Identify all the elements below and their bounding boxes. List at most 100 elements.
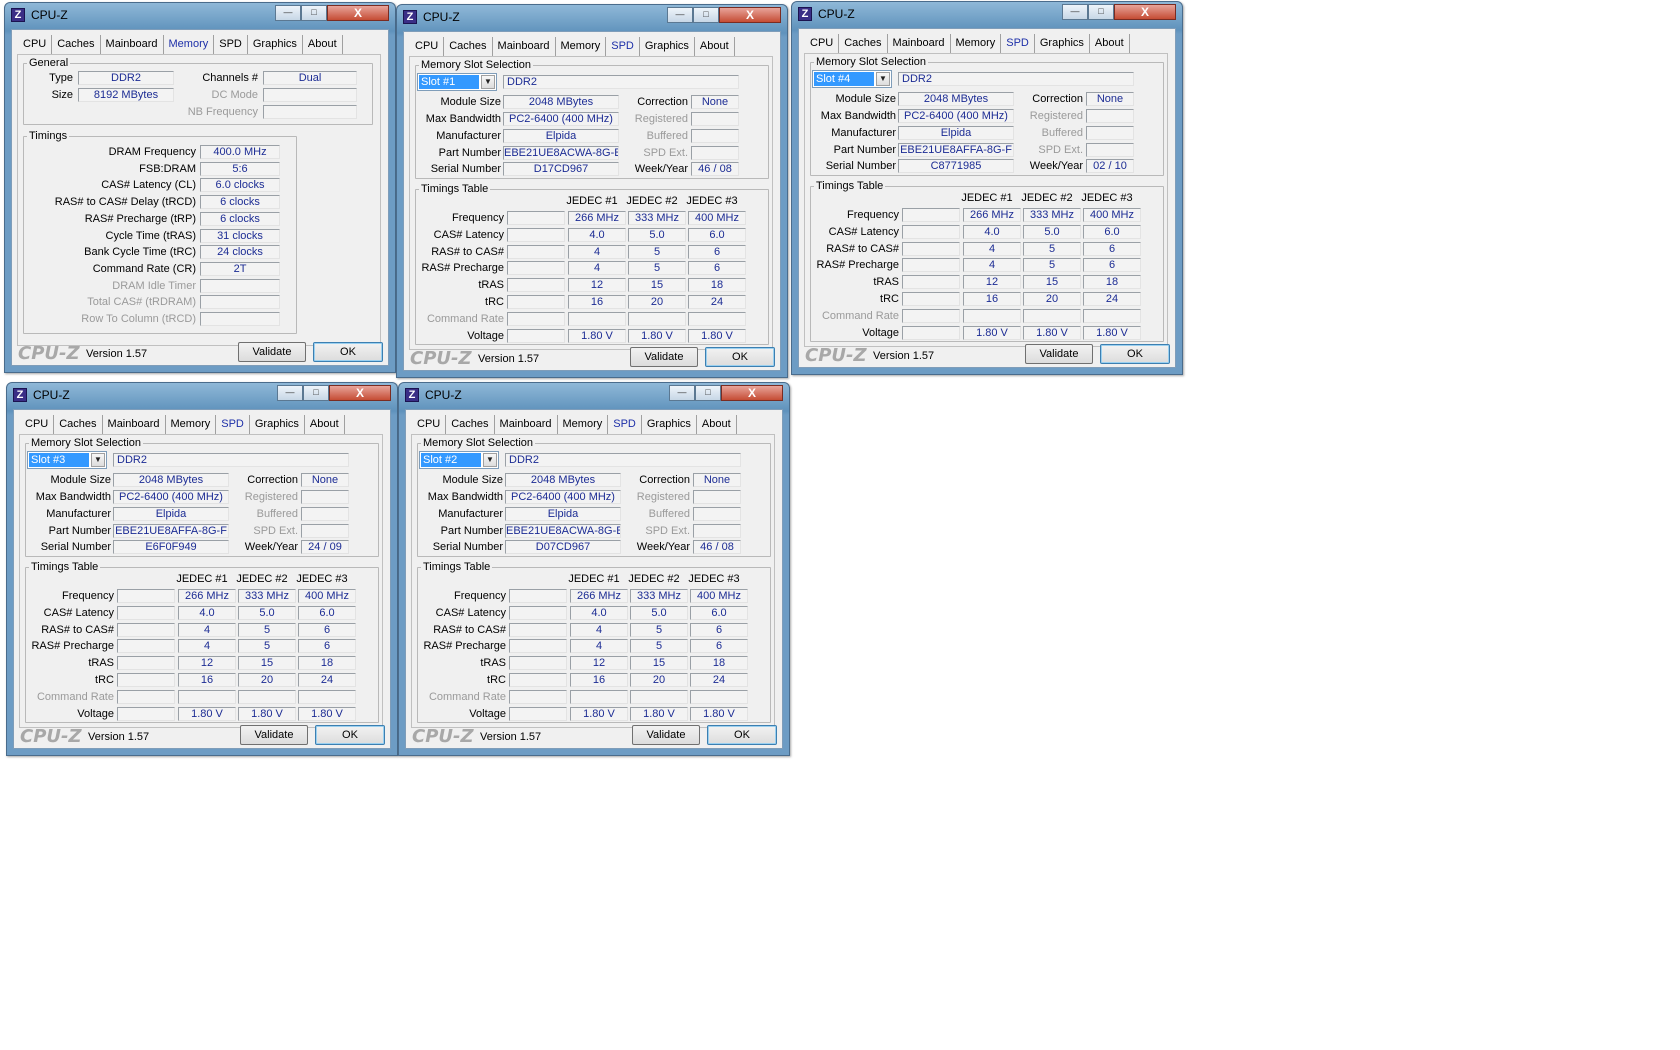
tab-panel: Memory Slot Selection Slot #1 ▼ DDR2 Mod… (409, 56, 773, 350)
chevron-down-icon[interactable]: ▼ (876, 72, 890, 86)
tab-graphics[interactable]: Graphics (248, 35, 303, 54)
tab-cpu[interactable]: CPU (18, 35, 53, 54)
validate-button[interactable]: Validate (630, 347, 698, 367)
maximize-button[interactable]: □ (693, 7, 719, 23)
close-button[interactable]: X (327, 5, 389, 21)
manufacturer-label: Manufacturer (438, 508, 503, 520)
minimize-button[interactable]: — (275, 5, 301, 21)
slot-select[interactable]: Slot #4 ▼ (812, 70, 892, 88)
tab-caches[interactable]: Caches (446, 415, 495, 434)
tab-memory[interactable]: Memory (556, 37, 607, 56)
minimize-button[interactable]: — (667, 7, 693, 23)
validate-button[interactable]: Validate (238, 342, 306, 362)
validate-button[interactable]: Validate (1025, 344, 1093, 364)
close-button[interactable]: X (721, 385, 783, 401)
tab-spd[interactable]: SPD (214, 35, 248, 54)
title-bar[interactable]: Z CPU-Z — □ X (792, 2, 1182, 26)
close-button[interactable]: X (1114, 4, 1176, 20)
tab-caches[interactable]: Caches (839, 34, 888, 53)
timing-label: DRAM Frequency (108, 146, 196, 158)
tab-spd[interactable]: SPD (1001, 34, 1035, 53)
tab-about[interactable]: About (303, 35, 343, 54)
timing-blank-cell (509, 706, 567, 721)
tab-cpu[interactable]: CPU (20, 415, 55, 434)
title-bar[interactable]: Z CPU-Z — □ X (399, 383, 789, 407)
tab-memory[interactable]: Memory (164, 35, 215, 54)
tab-mainboard[interactable]: Mainboard (101, 35, 164, 54)
tab-about[interactable]: About (697, 415, 737, 434)
close-button[interactable]: X (329, 385, 391, 401)
minimize-button[interactable]: — (1062, 4, 1088, 20)
tab-spd[interactable]: SPD (608, 415, 642, 434)
module-size-value: 2048 MBytes (505, 473, 621, 487)
validate-button[interactable]: Validate (240, 725, 308, 745)
jedec-1-cell (570, 689, 628, 704)
jedec-1-cell: 12 (570, 656, 628, 671)
ok-button[interactable]: OK (315, 725, 385, 745)
tab-caches[interactable]: Caches (444, 37, 493, 56)
ok-button[interactable]: OK (1100, 344, 1170, 364)
minimize-button[interactable]: — (277, 385, 303, 401)
slot-select[interactable]: Slot #1 ▼ (417, 73, 497, 91)
tab-mainboard[interactable]: Mainboard (888, 34, 951, 53)
title-bar[interactable]: Z CPU-Z — □ X (7, 383, 397, 407)
tab-memory[interactable]: Memory (166, 415, 217, 434)
tab-cpu[interactable]: CPU (412, 415, 447, 434)
tab-mainboard[interactable]: Mainboard (493, 37, 556, 56)
week-year-value: 24 / 09 (301, 540, 349, 554)
maximize-button[interactable]: □ (1088, 4, 1114, 20)
tab-about[interactable]: About (305, 415, 345, 434)
maximize-button[interactable]: □ (301, 5, 327, 21)
maximize-button[interactable]: □ (695, 385, 721, 401)
ok-button[interactable]: OK (705, 347, 775, 367)
tab-cpu[interactable]: CPU (410, 37, 445, 56)
ok-button[interactable]: OK (707, 725, 777, 745)
jedec-1-cell (178, 689, 236, 704)
registered-label: Registered (244, 491, 298, 503)
max-bandwidth-label: Max Bandwidth (820, 110, 896, 122)
slot-select[interactable]: Slot #2 ▼ (419, 451, 499, 469)
tab-cpu[interactable]: CPU (805, 34, 840, 53)
title-bar[interactable]: Z CPU-Z — □ X (5, 3, 395, 27)
channels-value: Dual (263, 71, 357, 85)
tab-graphics[interactable]: Graphics (642, 415, 697, 434)
part-number-value: EBE21UE8ACWA-8G-E (503, 146, 619, 160)
buffered-value (691, 129, 739, 143)
timing-row-label: CAS# Latency (828, 225, 899, 238)
tab-caches[interactable]: Caches (52, 35, 101, 54)
title-bar[interactable]: Z CPU-Z — □ X (397, 5, 787, 29)
validate-button[interactable]: Validate (632, 725, 700, 745)
timing-row-label: RAS# to CAS# (826, 242, 899, 255)
timing-value (200, 312, 280, 326)
tab-graphics[interactable]: Graphics (250, 415, 305, 434)
jedec-1-cell: 4.0 (570, 605, 628, 620)
close-button[interactable]: X (719, 7, 781, 23)
tab-graphics[interactable]: Graphics (1035, 34, 1090, 53)
tab-spd[interactable]: SPD (606, 37, 640, 56)
tab-about[interactable]: About (1090, 34, 1130, 53)
tab-caches[interactable]: Caches (54, 415, 103, 434)
timings-table-legend: Timings Table (423, 561, 491, 573)
chevron-down-icon[interactable]: ▼ (91, 453, 105, 467)
jedec-2-cell: 5 (628, 261, 686, 276)
chevron-down-icon[interactable]: ▼ (481, 75, 495, 89)
chevron-down-icon[interactable]: ▼ (483, 453, 497, 467)
jedec-2-cell: 1.80 V (238, 706, 296, 721)
window-footer: CPU-Z Version 1.57 Validate OK (406, 722, 782, 748)
tab-graphics[interactable]: Graphics (640, 37, 695, 56)
slot-select[interactable]: Slot #3 ▼ (27, 451, 107, 469)
maximize-button[interactable]: □ (303, 385, 329, 401)
version-label: Version 1.57 (873, 350, 935, 362)
tab-about[interactable]: About (695, 37, 735, 56)
tab-memory[interactable]: Memory (951, 34, 1002, 53)
tab-mainboard[interactable]: Mainboard (103, 415, 166, 434)
timing-blank-cell (117, 589, 175, 603)
minimize-button[interactable]: — (669, 385, 695, 401)
tab-memory[interactable]: Memory (558, 415, 609, 434)
tab-mainboard[interactable]: Mainboard (495, 415, 558, 434)
jedec-1-header: JEDEC #1 (568, 573, 620, 585)
ok-button[interactable]: OK (313, 342, 383, 362)
tab-spd[interactable]: SPD (216, 415, 250, 434)
jedec-1-cell: 4.0 (178, 605, 236, 620)
jedec-1-cell: 4 (570, 622, 628, 637)
